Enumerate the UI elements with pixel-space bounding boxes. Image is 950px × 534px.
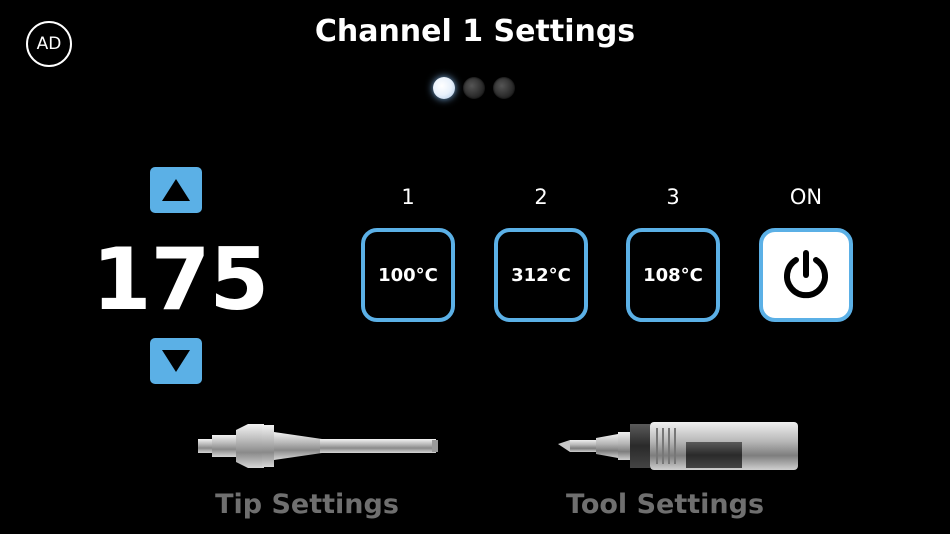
tip-image[interactable] [198,420,440,482]
power-toggle-button[interactable] [759,228,853,322]
triangle-down-icon [162,350,190,372]
power-label: ON [789,185,823,209]
preset-2-label: 2 [534,185,548,209]
preset-2-button[interactable]: 312°C [494,228,588,322]
tool-settings-label[interactable]: Tool Settings [565,489,765,520]
preset-1-label: 1 [401,185,415,209]
page-title: Channel 1 Settings [314,14,636,49]
power-icon [784,250,828,299]
triangle-up-icon [162,179,190,201]
page-indicator [433,77,515,99]
preset-3-button[interactable]: 108°C [626,228,720,322]
tip-settings-label[interactable]: Tip Settings [215,489,399,520]
decrease-temp-button[interactable] [150,338,202,384]
page-dot-1[interactable] [433,77,455,99]
temperature-setpoint: 175 [91,230,270,330]
increase-temp-button[interactable] [150,167,202,213]
preset-2-value: 312°C [511,264,571,286]
page-dot-3[interactable] [493,77,515,99]
preset-1-value: 100°C [378,264,438,286]
page-dot-2[interactable] [463,77,485,99]
preset-3-label: 3 [666,185,680,209]
tool-image[interactable] [556,420,800,478]
preset-3-value: 108°C [643,264,703,286]
preset-1-button[interactable]: 100°C [361,228,455,322]
